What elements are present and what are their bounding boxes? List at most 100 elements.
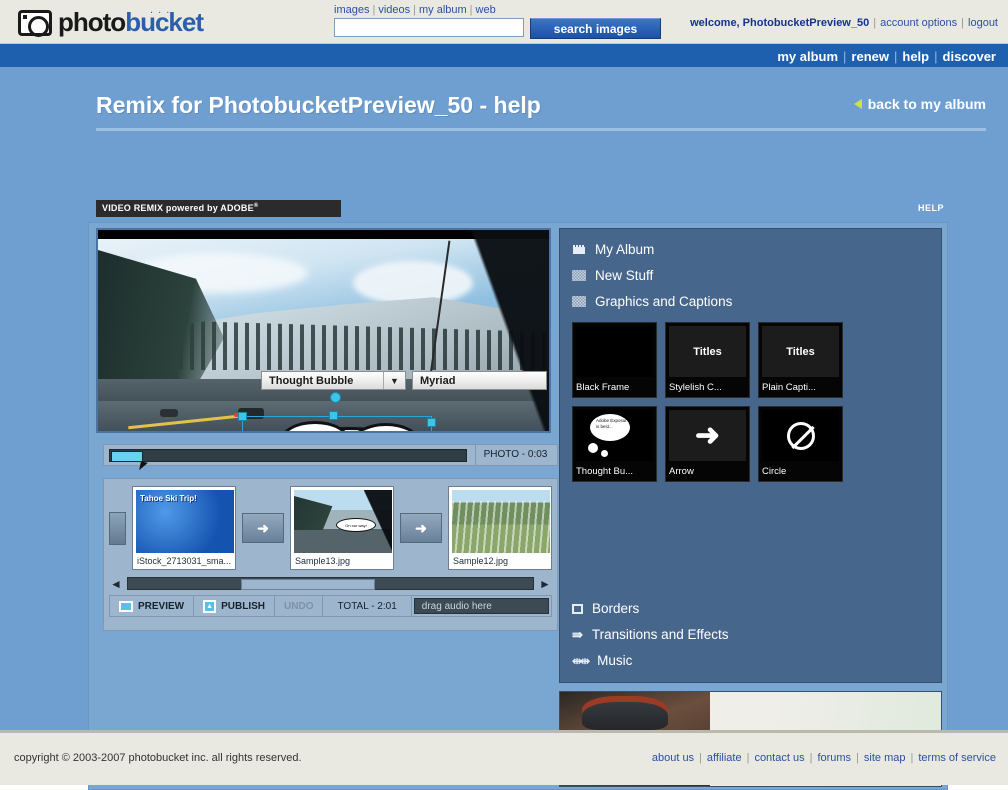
video-preview[interactable]: On our way! <box>96 228 551 433</box>
footer-link-affiliate[interactable]: affiliate <box>707 752 742 764</box>
photobucket-logo[interactable]: photobucket <box>18 7 204 38</box>
transition-button[interactable]: ➜ <box>242 513 284 543</box>
music-icon: ⇹⇹ <box>572 653 590 668</box>
grid-icon <box>572 296 586 307</box>
search-tabs: images | videos | my album | web <box>334 4 496 16</box>
clip-thumbnail <box>452 490 550 553</box>
clip-caption: Sample13.jpg <box>295 556 351 566</box>
graphic-tile-thought-bubble[interactable]: Adobe Exposur is best... Thought Bu... <box>572 406 657 482</box>
sidebar-item-my-album[interactable]: My Album <box>570 237 931 263</box>
publish-button[interactable]: ▲ PUBLISH <box>194 596 276 616</box>
graphic-tile-black-frame[interactable]: Black Frame <box>572 322 657 398</box>
resize-handle-top-center[interactable] <box>329 411 338 420</box>
scrubber-track[interactable] <box>109 448 467 472</box>
search-tab-videos[interactable]: videos <box>378 4 410 16</box>
footer-link-forums[interactable]: forums <box>817 752 851 764</box>
tile-art <box>576 326 653 377</box>
nav-renew[interactable]: renew <box>851 49 889 64</box>
footer-link-site-map[interactable]: site map <box>864 752 906 764</box>
thumb-tree-icon <box>294 496 333 530</box>
graphic-tile-circle[interactable]: Circle <box>758 406 843 482</box>
back-link-label: back to my album <box>867 96 986 112</box>
strip-left-handle[interactable] <box>109 511 126 545</box>
grid-icon <box>572 270 586 281</box>
thumb-windshield-icon <box>364 490 392 553</box>
graphic-tile-plain-caption[interactable]: Titles Plain Capti... <box>758 322 843 398</box>
graphic-type-dropdown[interactable]: Thought Bubble ▼ <box>261 371 406 390</box>
tile-label: Arrow <box>669 466 694 477</box>
sidebar-item-label: Music <box>597 653 633 668</box>
nav-help[interactable]: help <box>902 49 929 64</box>
footer-link-terms-of-service[interactable]: terms of service <box>918 752 996 764</box>
scrubber-bar: PHOTO - 0:03 <box>103 444 558 472</box>
footer-link-about-us[interactable]: about us <box>652 752 694 764</box>
tile-label: Circle <box>762 466 787 477</box>
undo-button[interactable]: UNDO <box>275 596 324 616</box>
editor-column: On our way! <box>96 228 558 631</box>
title-card-art: Tahoe Ski Trip! <box>136 490 234 553</box>
search-images-button[interactable]: search images <box>530 18 661 39</box>
sidebar-item-new-stuff[interactable]: New Stuff <box>570 263 931 289</box>
timeline-clip[interactable]: Tahoe Ski Trip! iStock_2713031_sma... <box>132 486 236 570</box>
resize-handle-top-right[interactable] <box>427 418 436 427</box>
audio-dropzone[interactable]: drag audio here <box>413 598 549 614</box>
scrollbar-thumb[interactable] <box>241 579 376 590</box>
page-title: Remix for PhotobucketPreview_50 - help <box>96 92 541 118</box>
transition-button[interactable]: ➜ <box>400 513 442 543</box>
clip-strip: Tahoe Ski Trip! iStock_2713031_sma... ➜ … <box>109 484 552 572</box>
library-footer-sections: Borders ⇛ Transitions and Effects ⇹⇹ Mus… <box>570 596 931 674</box>
scroll-right-arrow-icon[interactable]: ► <box>538 577 552 591</box>
tile-art-text: Titles <box>786 345 815 358</box>
search-input[interactable] <box>334 18 524 37</box>
page-footer: copyright © 2003-2007 photobucket inc. a… <box>0 730 1008 785</box>
sidebar-item-transitions-and-effects[interactable]: ⇛ Transitions and Effects <box>570 622 931 648</box>
user-area: welcome, PhotobucketPreview_50 | account o… <box>690 17 998 29</box>
library-panel: My Album New Stuff Graphics and Captions… <box>559 228 942 683</box>
timeline-clip[interactable]: Sample12.jpg <box>448 486 552 570</box>
graphic-tile-arrow[interactable]: ➜ Arrow <box>665 406 750 482</box>
preview-button[interactable]: PREVIEW <box>110 596 195 616</box>
graphics-grid: Black Frame Titles Stylelish C... Titles… <box>570 322 931 482</box>
tile-art: ➜ <box>669 410 746 461</box>
font-name-value: Myriad <box>420 374 456 387</box>
scrollbar-track[interactable] <box>127 577 534 590</box>
app-branding-bar: VIDEO REMIX powered by ADOBE® <box>96 200 341 217</box>
scroll-left-arrow-icon[interactable]: ◄ <box>109 577 123 591</box>
sidebar-item-music[interactable]: ⇹⇹ Music <box>570 648 931 674</box>
undo-label: UNDO <box>284 600 314 612</box>
chevron-down-icon[interactable]: ▼ <box>383 372 405 389</box>
transition-arrow-icon: ➜ <box>415 519 427 536</box>
sidebar-item-graphics-and-captions[interactable]: Graphics and Captions <box>570 289 931 315</box>
clip-thumbnail: Tahoe Ski Trip! <box>136 490 234 553</box>
logout-link[interactable]: logout <box>968 17 998 29</box>
scrubber-thumb[interactable] <box>111 450 143 462</box>
top-bar: photobucket . . . images | videos | my album… <box>0 0 1008 44</box>
tile-label: Thought Bu... <box>576 466 634 477</box>
sidebar-item-label: New Stuff <box>595 268 654 283</box>
bubble-dot-icon <box>588 443 598 453</box>
rotate-handle[interactable] <box>330 392 341 403</box>
back-to-my-album-link[interactable]: back to my album <box>853 96 986 112</box>
font-name-field[interactable]: Myriad <box>412 371 547 390</box>
sidebar-item-borders[interactable]: Borders <box>570 596 931 622</box>
tile-art: Adobe Exposur is best... <box>576 410 653 461</box>
search-tab-images[interactable]: images <box>334 4 369 16</box>
resize-handle-top-left[interactable] <box>238 412 247 421</box>
footer-link-contact-us[interactable]: contact us <box>754 752 804 764</box>
sidebar-item-label: My Album <box>595 242 655 257</box>
graphic-tile-stylelish-caption[interactable]: Titles Stylelish C... <box>665 322 750 398</box>
tile-label: Plain Capti... <box>762 382 816 393</box>
search-tab-web[interactable]: web <box>476 4 496 16</box>
search-tab-my-album[interactable]: my album <box>419 4 467 16</box>
nav-discover[interactable]: discover <box>943 49 996 64</box>
nav-my-album[interactable]: my album <box>777 49 838 64</box>
transition-arrow-icon: ➜ <box>257 519 269 536</box>
field-photo-art <box>452 490 550 553</box>
cursor-icon <box>139 460 148 472</box>
app-help-label[interactable]: HELP <box>918 203 944 213</box>
road-line <box>128 413 248 430</box>
timeline-scrollbar[interactable]: ◄ ► <box>109 576 552 591</box>
selection-box[interactable] <box>238 392 436 431</box>
timeline-clip[interactable]: On our way! Sample13.jpg <box>290 486 394 570</box>
account-options-link[interactable]: account options <box>880 17 957 29</box>
